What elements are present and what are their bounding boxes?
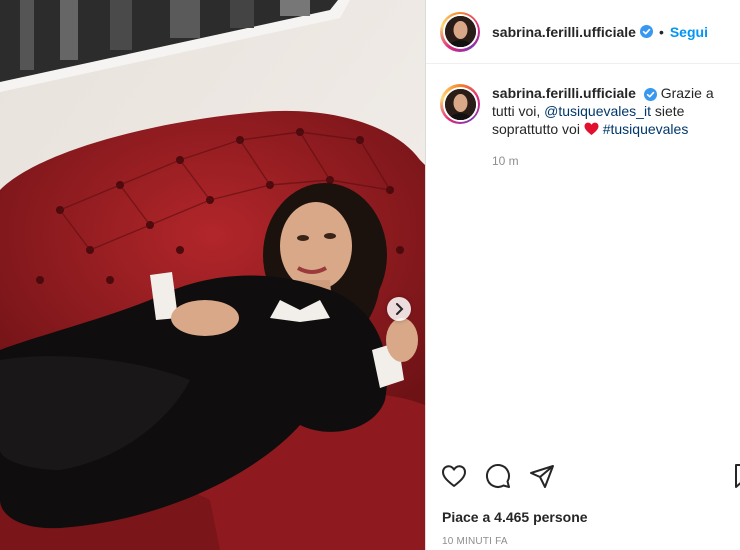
follow-button[interactable]: Segui: [670, 24, 708, 40]
hashtag-link[interactable]: #tusiquevales: [603, 121, 689, 137]
header-username[interactable]: sabrina.ferilli.ufficiale: [492, 24, 636, 40]
next-photo-button[interactable]: [387, 297, 411, 321]
likes-count[interactable]: Piace a 4.465 persone: [442, 509, 588, 525]
red-heart-emoji: [584, 121, 603, 137]
caption-time: 10 m: [492, 154, 519, 168]
instagram-post: sabrina.ferilli.ufficiale • Segui sabrin…: [0, 0, 740, 550]
photo-illustration: [0, 0, 425, 550]
avatar-photo: [444, 16, 476, 47]
caption-text: sabrina.ferilli.ufficiale Grazie a tutti…: [492, 84, 740, 170]
caption-avatar[interactable]: [440, 84, 480, 124]
post-header: sabrina.ferilli.ufficiale • Segui: [426, 0, 740, 64]
share-button[interactable]: [528, 462, 556, 490]
comment-button[interactable]: [484, 462, 512, 490]
bookmark-icon: [735, 464, 740, 488]
comment-icon: [486, 464, 510, 488]
chevron-right-icon: [396, 303, 404, 315]
post-sidebar: sabrina.ferilli.ufficiale • Segui sabrin…: [425, 0, 740, 550]
save-button[interactable]: [732, 462, 740, 490]
share-icon: [530, 465, 554, 488]
heart-icon: [442, 465, 466, 487]
posted-timestamp: 10 MINUTI FA: [442, 536, 508, 547]
mention-link[interactable]: @tusiquevales_it: [544, 103, 651, 119]
action-bar: [440, 462, 556, 490]
post-photo[interactable]: [0, 0, 425, 550]
verified-badge-icon: [643, 87, 657, 101]
caption: sabrina.ferilli.ufficiale Grazie a tutti…: [426, 64, 740, 170]
verified-badge-icon: [639, 25, 653, 38]
like-button[interactable]: [440, 462, 468, 490]
caption-username[interactable]: sabrina.ferilli.ufficiale: [492, 85, 636, 101]
separator-dot: •: [658, 23, 664, 40]
avatar[interactable]: [440, 11, 480, 52]
avatar-photo: [444, 88, 476, 120]
